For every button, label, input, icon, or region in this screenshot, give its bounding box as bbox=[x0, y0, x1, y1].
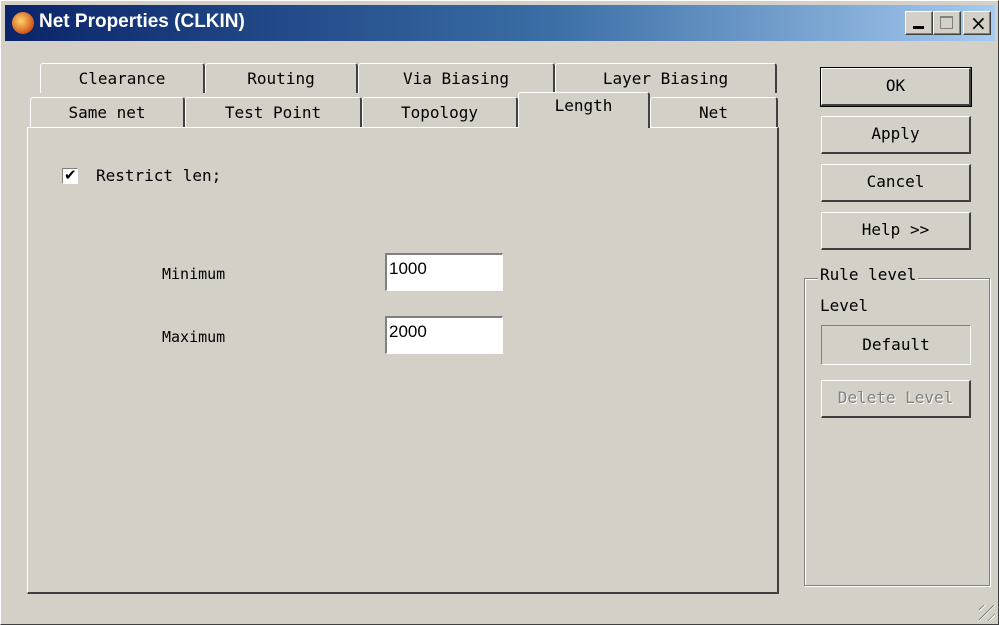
cancel-button[interactable]: Cancel bbox=[821, 164, 971, 202]
app-flame-icon[interactable] bbox=[12, 12, 34, 34]
level-label: Level bbox=[820, 296, 869, 315]
tab-net[interactable]: Net bbox=[650, 97, 778, 127]
maximize-button[interactable] bbox=[933, 11, 961, 35]
restrict-length-checkbox[interactable]: ✔ bbox=[62, 166, 78, 184]
maximum-input[interactable]: 2000 bbox=[385, 316, 503, 354]
rule-level-group-label: Rule level bbox=[818, 265, 919, 284]
maximum-label: Maximum bbox=[162, 328, 226, 346]
delete-level-button[interactable]: Delete Level bbox=[821, 380, 971, 418]
tab-topology[interactable]: Topology bbox=[362, 97, 518, 127]
level-value: Default bbox=[821, 325, 971, 365]
tab-via-biasing[interactable]: Via Biasing bbox=[358, 63, 555, 93]
help-button[interactable]: Help >> bbox=[821, 212, 971, 250]
ok-button[interactable]: OK bbox=[820, 67, 972, 107]
restrict-length-label[interactable]: Restrict len; bbox=[96, 166, 221, 185]
tab-test-point[interactable]: Test Point bbox=[185, 97, 362, 127]
maximize-icon bbox=[940, 16, 953, 29]
tab-clearance[interactable]: Clearance bbox=[40, 63, 205, 93]
tab-length[interactable]: Length bbox=[518, 92, 650, 128]
minimum-label: Minimum bbox=[162, 265, 226, 283]
title-bar[interactable]: Net Properties (CLKIN) × bbox=[5, 5, 995, 41]
close-icon: × bbox=[970, 11, 987, 35]
checkmark-icon: ✔ bbox=[64, 166, 77, 184]
resize-grip-icon[interactable] bbox=[979, 605, 995, 621]
tab-routing[interactable]: Routing bbox=[205, 63, 358, 93]
minimize-button[interactable] bbox=[905, 11, 933, 35]
close-button[interactable]: × bbox=[963, 11, 991, 35]
length-tab-panel bbox=[27, 127, 779, 594]
apply-button[interactable]: Apply bbox=[821, 116, 971, 154]
minimum-input[interactable]: 1000 bbox=[385, 253, 503, 291]
minimize-icon bbox=[913, 26, 924, 29]
tab-layer-biasing[interactable]: Layer Biasing bbox=[555, 63, 777, 93]
window-title: Net Properties (CLKIN) bbox=[39, 11, 245, 32]
tab-same-net[interactable]: Same net bbox=[30, 97, 185, 127]
